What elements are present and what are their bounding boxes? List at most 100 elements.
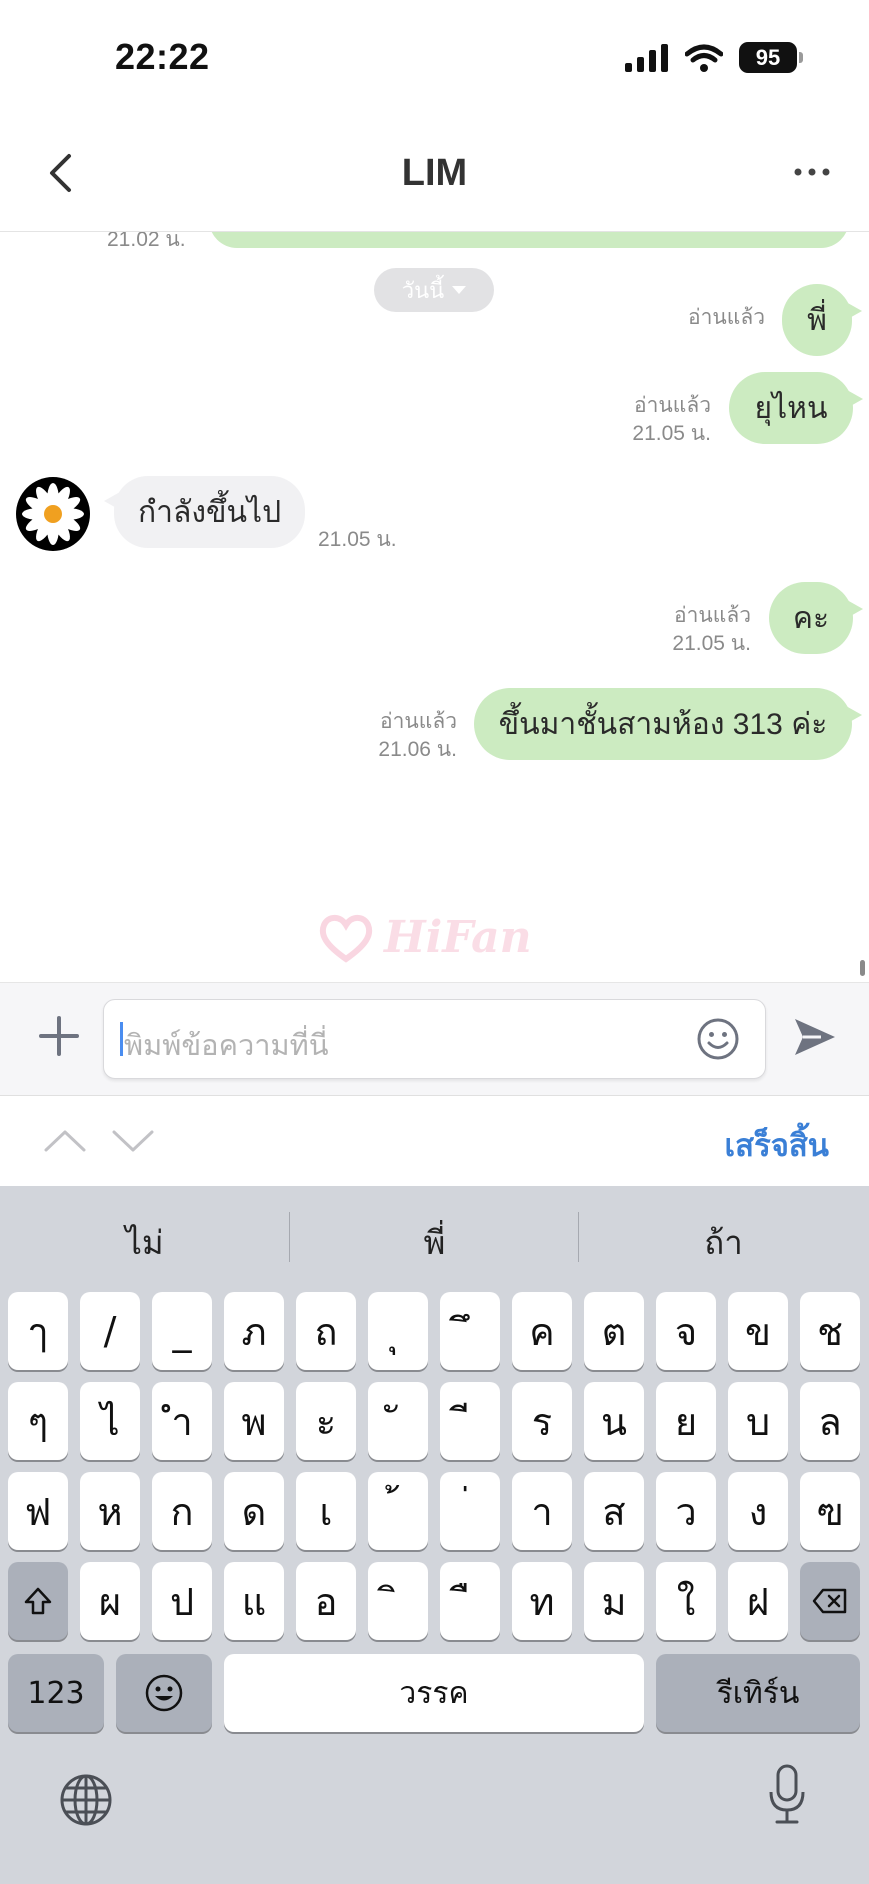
chat-screen: 22:22 95 LIM 21.02 น. วันนี้ อ่านแล้ว พี…	[0, 0, 869, 1884]
key[interactable]: ข	[728, 1292, 788, 1370]
key[interactable]: ึ	[440, 1292, 500, 1370]
read-receipt: อ่านแล้ว	[674, 604, 751, 627]
suggestion-item[interactable]: ถ้า	[579, 1216, 868, 1269]
key[interactable]: แ	[224, 1562, 284, 1640]
message-input-placeholder: พิมพ์ข้อความที่นี่	[124, 1030, 329, 1062]
date-selector[interactable]: วันนี้	[374, 268, 494, 312]
key[interactable]: ฝ	[728, 1562, 788, 1640]
key[interactable]: /	[80, 1292, 140, 1370]
key[interactable]: ิ	[368, 1562, 428, 1640]
key[interactable]: ภ	[224, 1292, 284, 1370]
previous-result-button[interactable]	[40, 1118, 90, 1164]
key[interactable]: ร	[512, 1382, 572, 1460]
key[interactable]: ส	[584, 1472, 644, 1550]
suggestion-item[interactable]: พี่	[290, 1216, 579, 1269]
chevron-up-icon	[44, 1130, 86, 1152]
key[interactable]: ช	[800, 1292, 860, 1370]
key[interactable]: ั	[368, 1382, 428, 1460]
key[interactable]: ่	[440, 1472, 500, 1550]
suggestion-item[interactable]: ไม่	[0, 1216, 289, 1269]
emoji-face-icon	[145, 1674, 183, 1712]
status-icons: 95	[625, 42, 803, 73]
key[interactable]: เ	[296, 1472, 356, 1550]
key[interactable]: ฃ	[800, 1472, 860, 1550]
key[interactable]: ๆ	[8, 1382, 68, 1460]
key[interactable]: ย	[656, 1382, 716, 1460]
message-input[interactable]: พิมพ์ข้อความที่นี่	[103, 999, 766, 1079]
shift-key[interactable]	[8, 1562, 68, 1640]
watermark: HiFan	[318, 912, 532, 963]
key[interactable]: ต	[584, 1292, 644, 1370]
key[interactable]: ก	[152, 1472, 212, 1550]
next-result-button[interactable]	[108, 1118, 158, 1164]
watermark-text: HiFan	[384, 912, 532, 963]
key[interactable]: ฟ	[8, 1472, 68, 1550]
message-bubble[interactable]: คะ	[769, 582, 863, 654]
microphone-icon	[769, 1764, 805, 1824]
key[interactable]: ท	[512, 1562, 572, 1640]
shift-arrow-icon	[24, 1587, 52, 1615]
key[interactable]: ป	[152, 1562, 212, 1640]
key[interactable]: ง	[728, 1472, 788, 1550]
key[interactable]: ุ	[368, 1292, 428, 1370]
key[interactable]: พ	[224, 1382, 284, 1460]
key[interactable]: ะ	[296, 1382, 356, 1460]
return-key[interactable]: รีเทิร์น	[656, 1654, 860, 1732]
plus-icon	[39, 1016, 79, 1056]
key[interactable]: ไ	[80, 1382, 140, 1460]
key[interactable]: น	[584, 1382, 644, 1460]
message-bubble[interactable]: ยุไหน	[729, 372, 863, 444]
key[interactable]: ผ	[80, 1562, 140, 1640]
message-time: 21.05 น.	[672, 632, 751, 655]
key[interactable]: อ	[296, 1562, 356, 1640]
caret-down-icon	[452, 286, 467, 294]
key[interactable]: ี	[440, 1382, 500, 1460]
key[interactable]: ใ	[656, 1562, 716, 1640]
message-bubble[interactable]: ขึ้นมาชั้นสามห้อง 313 ค่ะ	[474, 688, 862, 760]
message-bubble[interactable]: พี่	[782, 284, 862, 356]
contact-avatar[interactable]	[16, 477, 90, 551]
space-key[interactable]: วรรค	[224, 1654, 644, 1732]
text-caret	[120, 1022, 123, 1056]
numbers-key[interactable]: 123	[8, 1654, 104, 1732]
key[interactable]: า	[512, 1472, 572, 1550]
message-bubble[interactable]: กำลังขึ้นไป	[103, 476, 306, 548]
key[interactable]: _	[152, 1292, 212, 1370]
key[interactable]: ล	[800, 1382, 860, 1460]
key[interactable]: ม	[584, 1562, 644, 1640]
smiley-icon	[697, 1018, 739, 1060]
search-navigation-bar: เสร็จสิ้น	[0, 1096, 869, 1186]
key[interactable]: ำ	[152, 1382, 212, 1460]
message-time: 21.02 น.	[107, 232, 186, 251]
dictation-button[interactable]	[767, 1764, 807, 1826]
key[interactable]: ื	[440, 1562, 500, 1640]
emoji-key[interactable]	[116, 1654, 212, 1732]
message-composer: พิมพ์ข้อความที่นี่	[0, 982, 869, 1096]
more-options-button[interactable]	[777, 142, 847, 202]
chevron-down-icon	[112, 1130, 154, 1152]
key[interactable]: ห	[80, 1472, 140, 1550]
send-button[interactable]	[791, 1013, 839, 1061]
key[interactable]: ด	[224, 1472, 284, 1550]
done-button[interactable]: เสร็จสิ้น	[725, 1120, 829, 1170]
backspace-key[interactable]	[800, 1562, 860, 1640]
key[interactable]: จ	[656, 1292, 716, 1370]
key[interactable]: ๅ	[8, 1292, 68, 1370]
globe-button[interactable]	[58, 1772, 114, 1828]
key[interactable]: ถ	[296, 1292, 356, 1370]
heart-logo-icon	[319, 914, 373, 963]
date-label: วันนี้	[401, 277, 445, 303]
chat-header: LIM	[0, 120, 869, 232]
key[interactable]: ค	[512, 1292, 572, 1370]
daisy-flower-icon	[22, 483, 84, 545]
message-bubble-partial[interactable]	[209, 232, 849, 248]
key[interactable]: บ	[728, 1382, 788, 1460]
status-bar: 22:22 95	[0, 0, 869, 120]
attach-button[interactable]	[36, 1013, 82, 1059]
key[interactable]: ว	[656, 1472, 716, 1550]
cellular-signal-icon	[625, 43, 668, 72]
message-list[interactable]: 21.02 น. วันนี้ อ่านแล้ว พี่ อ่านแล้ว 21…	[0, 232, 869, 982]
key[interactable]: ้	[368, 1472, 428, 1550]
scrollbar[interactable]	[860, 960, 865, 976]
emoji-button[interactable]	[695, 1016, 741, 1062]
